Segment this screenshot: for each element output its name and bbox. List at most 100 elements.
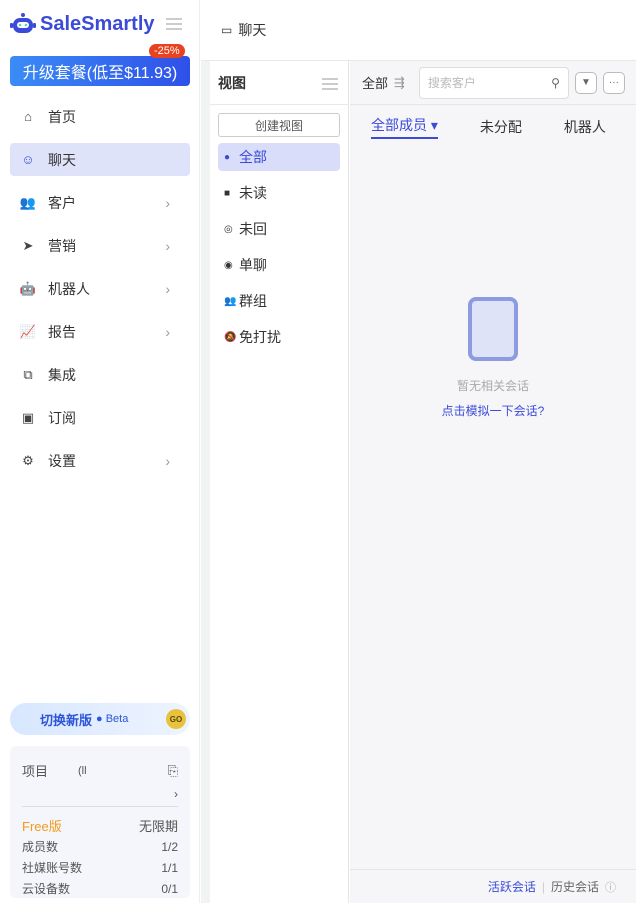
- chevron-right-icon[interactable]: ›: [174, 787, 178, 801]
- empty-document-icon: [468, 297, 518, 361]
- project-label: 项目: [22, 764, 49, 779]
- nav-settings[interactable]: ⚙ 设置 ›: [10, 444, 190, 477]
- view-single[interactable]: ◉ 单聊: [218, 251, 340, 279]
- send-icon: ➤: [22, 237, 34, 253]
- upgrade-button[interactable]: 升级套餐(低至$11.93): [10, 56, 190, 86]
- user-icon: ◉: [224, 259, 233, 271]
- conversation-list: 全部 ⇶ 搜索客户 ⚲ ▼ ··· 全部成员 ▾ 未分配 机器人 暂无相关会话 点…: [350, 61, 636, 903]
- history-conversations-tab[interactable]: 历史会话: [551, 878, 599, 895]
- view-label: 未回: [239, 221, 267, 237]
- page-header: ▭ 聊天: [201, 0, 636, 61]
- create-view-button[interactable]: 创建视图: [218, 113, 340, 137]
- eye-off-icon: ◎: [224, 223, 233, 235]
- chart-icon: 📈: [19, 323, 37, 339]
- view-label: 免打扰: [239, 329, 281, 345]
- nav-marketing[interactable]: ➤ 营销 ›: [10, 229, 190, 262]
- switch-new-version-button[interactable]: 切换新版 ● Beta GO: [10, 703, 190, 735]
- chevron-right-icon: ›: [165, 323, 170, 340]
- plan-name: Free版: [22, 819, 62, 834]
- stat-label: 成员数: [22, 840, 59, 854]
- active-conversations-tab[interactable]: 活跃会话: [488, 878, 536, 895]
- sidebar: SaleSmartly 升级套餐(低至$11.93) -25% ⌂ 首页 ☺ 聊天 …: [0, 0, 200, 903]
- main-nav: ⌂ 首页 ☺ 聊天 👥 客户 › ➤ 营销 › 🤖 机器人 › 📈 报告 › ⧉ 集成 ▣ 订阅 ⚙ 设置…: [10, 100, 190, 487]
- view-unread[interactable]: ■ 未读: [218, 179, 340, 207]
- stat-value: 1/1: [161, 860, 178, 875]
- tab-unassigned[interactable]: 未分配: [480, 117, 522, 137]
- group-icon: 👥: [224, 295, 237, 307]
- collapse-menu-icon[interactable]: [166, 18, 182, 30]
- tab-all-members[interactable]: 全部成员 ▾: [371, 115, 438, 139]
- view-label: 未读: [239, 185, 267, 201]
- nav-label: 报告: [48, 323, 76, 340]
- divider: [201, 61, 210, 903]
- empty-message: 暂无相关会话: [456, 379, 529, 393]
- search-input[interactable]: 搜索客户 ⚲: [418, 66, 569, 99]
- users-icon: 👥: [19, 194, 37, 210]
- unread-icon: ■: [224, 187, 231, 199]
- page-title: 聊天: [238, 22, 267, 38]
- views-menu-icon[interactable]: [322, 78, 338, 90]
- stat-value: 0/1: [161, 881, 178, 896]
- robot-logo-icon: [10, 13, 36, 33]
- view-label: 全部: [239, 149, 267, 165]
- stat-value: 1/2: [161, 839, 178, 854]
- nav-customers[interactable]: 👥 客户 ›: [10, 186, 190, 219]
- nav-label: 首页: [48, 108, 76, 125]
- discount-badge: -25%: [149, 44, 185, 58]
- project-name[interactable]: (ll: [78, 765, 168, 777]
- robot-icon: 🤖: [19, 280, 37, 296]
- integration-icon: ⧉: [23, 366, 33, 382]
- chevron-right-icon: ›: [165, 237, 170, 254]
- chevron-right-icon: ›: [165, 452, 170, 469]
- empty-state: 暂无相关会话 点击模拟一下会话?: [350, 297, 636, 419]
- bell-off-icon: 🔕: [224, 331, 237, 343]
- filter-dropdown[interactable]: 全部: [362, 73, 388, 92]
- tab-robot[interactable]: 机器人: [564, 117, 606, 137]
- brand-name: SaleSmartly: [40, 12, 155, 35]
- nav-integrations[interactable]: ⧉ 集成: [10, 358, 190, 391]
- copy-icon[interactable]: ⎘: [168, 763, 178, 779]
- wallet-icon: ▣: [21, 409, 35, 425]
- nav-label: 机器人: [48, 280, 90, 297]
- logo[interactable]: SaleSmartly: [10, 12, 155, 36]
- beta-label: 切换新版: [40, 712, 93, 728]
- simulate-conversation-link[interactable]: 点击模拟一下会话?: [350, 402, 636, 419]
- nav-label: 聊天: [48, 151, 76, 168]
- beta-tag: ● Beta: [96, 713, 129, 725]
- view-muted[interactable]: 🔕 免打扰: [218, 323, 340, 351]
- nav-label: 客户: [48, 194, 76, 211]
- view-all[interactable]: ● 全部: [218, 143, 340, 171]
- home-icon: ⌂: [24, 109, 32, 124]
- chevron-right-icon: ›: [165, 194, 170, 211]
- stat-label: 云设备数: [22, 882, 71, 896]
- sort-icon[interactable]: ⇶: [394, 75, 405, 91]
- more-icon[interactable]: ···: [602, 71, 625, 94]
- nav-home[interactable]: ⌂ 首页: [10, 100, 190, 133]
- nav-subscription[interactable]: ▣ 订阅: [10, 401, 190, 434]
- view-group[interactable]: 👥 群组: [218, 287, 340, 315]
- view-label: 群组: [239, 293, 267, 309]
- go-icon: GO: [166, 709, 186, 729]
- search-icon[interactable]: ⚲: [551, 76, 560, 90]
- project-card: 项目 (ll ⎘ › Free版 无限期 成员数 1/2 社媒账号数 1/1 云设备数 0/…: [10, 746, 190, 898]
- plan-expiry: 无限期: [138, 819, 178, 834]
- chat-bubble-icon: ▭: [221, 23, 233, 37]
- views-panel: 视图 创建视图 ● 全部 ■ 未读 ◎ 未回 ◉ 单聊 👥 群组 🔕 免打扰: [210, 61, 349, 903]
- search-placeholder: 搜索客户: [427, 76, 476, 90]
- nav-robot[interactable]: 🤖 机器人 ›: [10, 272, 190, 305]
- views-title: 视图: [218, 74, 246, 91]
- help-icon[interactable]: ⓘ: [605, 879, 616, 895]
- nav-label: 营销: [48, 237, 76, 254]
- chat-icon: ●: [224, 151, 231, 163]
- nav-label: 订阅: [48, 409, 76, 426]
- nav-label: 集成: [48, 366, 76, 383]
- view-unreplied[interactable]: ◎ 未回: [218, 215, 340, 243]
- gear-icon: ⚙: [22, 452, 34, 468]
- nav-chat[interactable]: ☺ 聊天: [10, 143, 190, 176]
- chevron-right-icon: ›: [165, 280, 170, 297]
- filter-icon[interactable]: ▼: [574, 71, 597, 94]
- chat-icon: ☺: [21, 152, 35, 167]
- nav-reports[interactable]: 📈 报告 ›: [10, 315, 190, 348]
- view-label: 单聊: [239, 257, 267, 273]
- stat-label: 社媒账号数: [22, 861, 83, 875]
